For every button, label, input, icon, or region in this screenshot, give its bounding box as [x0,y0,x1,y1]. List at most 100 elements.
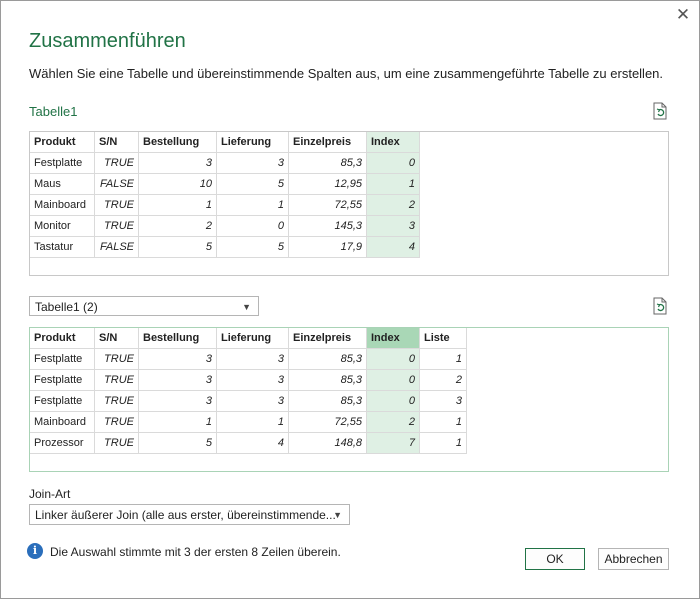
cell: 5 [138,236,217,258]
cell: 1 [138,194,217,216]
cell: 0 [366,348,420,370]
ok-button[interactable]: OK [525,548,585,570]
cell: TRUE [94,348,139,370]
table1-label: Tabelle1 [29,104,78,119]
cell: 1 [138,411,217,433]
cell: 72,55 [288,411,367,433]
cell: 1 [419,411,467,433]
column-header[interactable]: Bestellung [138,132,217,153]
table-row: Monitor TRUE 2 0 145,3 3 [30,215,420,237]
table1-grid: Produkt S/N Bestellung Lieferung Einzelp… [30,132,420,258]
table2-preview: Produkt S/N Bestellung Lieferung Einzelp… [29,327,669,472]
cell: 5 [216,173,289,195]
column-header[interactable]: Bestellung [138,328,217,349]
table-row: Festplatte TRUE 3 3 85,3 0 3 [30,390,467,412]
cell: 1 [216,411,289,433]
dialog-subtitle: Wählen Sie eine Tabelle und übereinstimm… [29,66,664,81]
cell: 0 [366,369,420,391]
cell: 0 [366,390,420,412]
table-row: Tastatur FALSE 5 5 17,9 4 [30,236,420,258]
cell: 2 [419,369,467,391]
column-header[interactable]: S/N [94,132,139,153]
cell: TRUE [94,152,139,174]
join-type-select[interactable]: Linker äußerer Join (alle aus erster, üb… [29,504,350,525]
column-header[interactable]: Produkt [30,132,95,153]
column-header[interactable]: Produkt [30,328,95,349]
column-header-index[interactable]: Index [366,132,420,153]
cell: 1 [216,194,289,216]
cell: TRUE [94,369,139,391]
dialog-title: Zusammenführen [29,30,186,52]
refresh-icon[interactable] [650,101,670,121]
cell: 12,95 [288,173,367,195]
table-row: Festplatte TRUE 3 3 85,3 0 [30,152,420,174]
table2-select[interactable]: Tabelle1 (2) ▼ [29,296,259,316]
cell: 145,3 [288,215,367,237]
cell: Monitor [30,215,95,237]
cell: 3 [138,369,217,391]
cell: Prozessor [30,432,95,454]
table-row: Prozessor TRUE 5 4 148,8 7 1 [30,432,467,454]
table-row: Maus FALSE 10 5 12,95 1 [30,173,420,195]
cell: Festplatte [30,152,95,174]
column-header[interactable]: S/N [94,328,139,349]
chevron-down-icon: ▼ [333,510,342,520]
cell: TRUE [94,411,139,433]
cell: 85,3 [288,390,367,412]
cell: 85,3 [288,369,367,391]
cell: 3 [216,152,289,174]
cell: 10 [138,173,217,195]
info-icon: i [27,543,43,559]
column-header[interactable]: Einzelpreis [288,328,367,349]
table2-grid: Produkt S/N Bestellung Lieferung Einzelp… [30,328,467,454]
match-info-text: Die Auswahl stimmte mit 3 der ersten 8 Z… [50,545,341,559]
cell: 85,3 [288,348,367,370]
cell: 3 [216,390,289,412]
cancel-button[interactable]: Abbrechen [598,548,669,570]
cell: FALSE [94,173,139,195]
join-type-value: Linker äußerer Join (alle aus erster, üb… [35,508,336,522]
column-header[interactable]: Lieferung [216,132,289,153]
cell: 7 [366,432,420,454]
cell: 5 [216,236,289,258]
cell: TRUE [94,194,139,216]
close-icon[interactable]: ✕ [672,4,694,26]
table-row: Festplatte TRUE 3 3 85,3 0 1 [30,348,467,370]
table-row: Mainboard TRUE 1 1 72,55 2 1 [30,411,467,433]
cell: Festplatte [30,369,95,391]
cell: 72,55 [288,194,367,216]
cell: TRUE [94,215,139,237]
table-row: Mainboard TRUE 1 1 72,55 2 [30,194,420,216]
cell: 148,8 [288,432,367,454]
cell: Maus [30,173,95,195]
cell: 2 [366,194,420,216]
refresh-icon[interactable] [650,296,670,316]
cell: 3 [138,348,217,370]
column-header[interactable]: Lieferung [216,328,289,349]
cell: 4 [366,236,420,258]
cell: 3 [216,348,289,370]
join-type-label: Join-Art [29,487,71,501]
cell: 1 [366,173,420,195]
cell: 3 [216,369,289,391]
cell: 3 [419,390,467,412]
cell: Tastatur [30,236,95,258]
cell: 2 [366,411,420,433]
cell: 17,9 [288,236,367,258]
cell: Festplatte [30,348,95,370]
cell: 4 [216,432,289,454]
cell: TRUE [94,432,139,454]
cell: 1 [419,348,467,370]
cell: 0 [216,215,289,237]
cell: 3 [138,152,217,174]
cell: 85,3 [288,152,367,174]
cell: 3 [366,215,420,237]
cell: 0 [366,152,420,174]
table2-select-value: Tabelle1 (2) [35,300,98,314]
column-header-index[interactable]: Index [366,328,420,349]
cell: 3 [138,390,217,412]
column-header[interactable]: Einzelpreis [288,132,367,153]
table-row: Festplatte TRUE 3 3 85,3 0 2 [30,369,467,391]
column-header[interactable]: Liste [419,328,467,349]
cell: 2 [138,215,217,237]
